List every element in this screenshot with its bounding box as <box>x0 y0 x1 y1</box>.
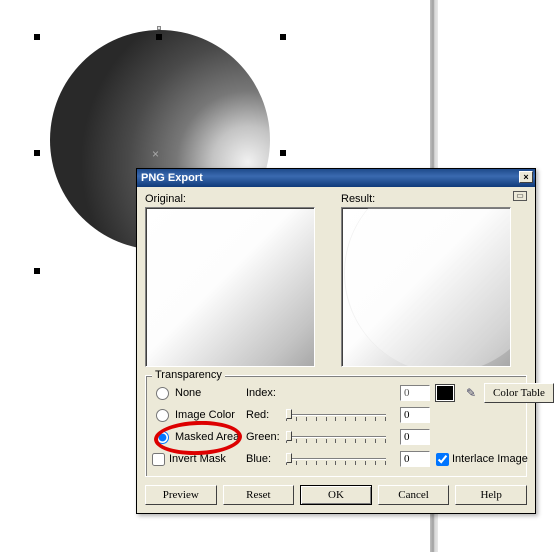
radio-none-input[interactable] <box>156 387 169 400</box>
red-input[interactable] <box>400 407 430 423</box>
radio-image-color-input[interactable] <box>156 409 169 422</box>
green-label: Green: <box>246 431 282 443</box>
transparency-group: Transparency None Index: ✎ Color Table I… <box>145 375 527 477</box>
selection-handle[interactable] <box>34 268 40 274</box>
original-preview <box>145 207 315 367</box>
red-label: Red: <box>246 409 282 421</box>
index-label: Index: <box>246 387 282 399</box>
radio-masked-area-label: Masked Area <box>175 431 239 443</box>
center-marker: × <box>152 147 159 161</box>
preview-button[interactable]: Preview <box>145 485 217 505</box>
reset-button[interactable]: Reset <box>223 485 295 505</box>
radio-image-color[interactable]: Image Color <box>152 409 242 422</box>
radio-none-label: None <box>175 387 201 399</box>
result-label: Result: <box>341 193 527 205</box>
blue-input[interactable] <box>400 451 430 467</box>
rotate-handle[interactable] <box>157 26 161 30</box>
help-button[interactable]: Help <box>455 485 527 505</box>
blue-label: Blue: <box>246 453 282 465</box>
options-icon[interactable]: ▭ <box>513 191 527 201</box>
selection-handle[interactable] <box>280 34 286 40</box>
radio-none[interactable]: None <box>152 387 242 400</box>
selection-handle[interactable] <box>156 34 162 40</box>
selection-handle[interactable] <box>280 150 286 156</box>
radio-masked-area-input[interactable] <box>156 431 169 444</box>
close-icon[interactable]: × <box>519 171 533 183</box>
png-export-dialog: PNG Export × ▭ Original: Result: Transpa… <box>136 168 536 514</box>
radio-masked-area[interactable]: Masked Area <box>152 431 242 444</box>
selection-handle[interactable] <box>34 150 40 156</box>
radio-invert-mask[interactable]: Invert Mask <box>152 453 242 466</box>
interlace-label: Interlace Image <box>452 453 528 465</box>
invert-mask-label: Invert Mask <box>169 453 226 465</box>
green-slider[interactable] <box>286 430 386 444</box>
invert-mask-checkbox[interactable] <box>152 453 165 466</box>
blue-slider[interactable] <box>286 452 386 466</box>
dialog-title: PNG Export <box>141 172 203 184</box>
cancel-button[interactable]: Cancel <box>378 485 450 505</box>
interlace-row[interactable]: Interlace Image <box>436 453 554 466</box>
eyedropper-icon[interactable]: ✎ <box>464 385 478 401</box>
red-slider[interactable] <box>286 408 386 422</box>
transparency-legend: Transparency <box>152 369 225 381</box>
interlace-checkbox[interactable] <box>436 453 449 466</box>
color-table-button[interactable]: Color Table <box>484 383 554 403</box>
color-swatch[interactable] <box>436 385 454 401</box>
green-input[interactable] <box>400 429 430 445</box>
ok-button[interactable]: OK <box>300 485 372 505</box>
original-label: Original: <box>145 193 331 205</box>
selection-handle[interactable] <box>34 34 40 40</box>
radio-image-color-label: Image Color <box>175 409 235 421</box>
index-input <box>400 385 430 401</box>
dialog-titlebar[interactable]: PNG Export × <box>137 169 535 187</box>
result-preview <box>341 207 511 367</box>
